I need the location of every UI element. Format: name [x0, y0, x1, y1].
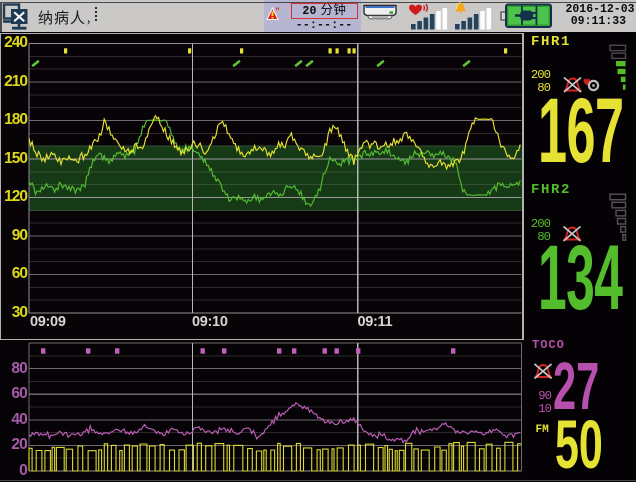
svg-text:”: ” [275, 6, 280, 16]
